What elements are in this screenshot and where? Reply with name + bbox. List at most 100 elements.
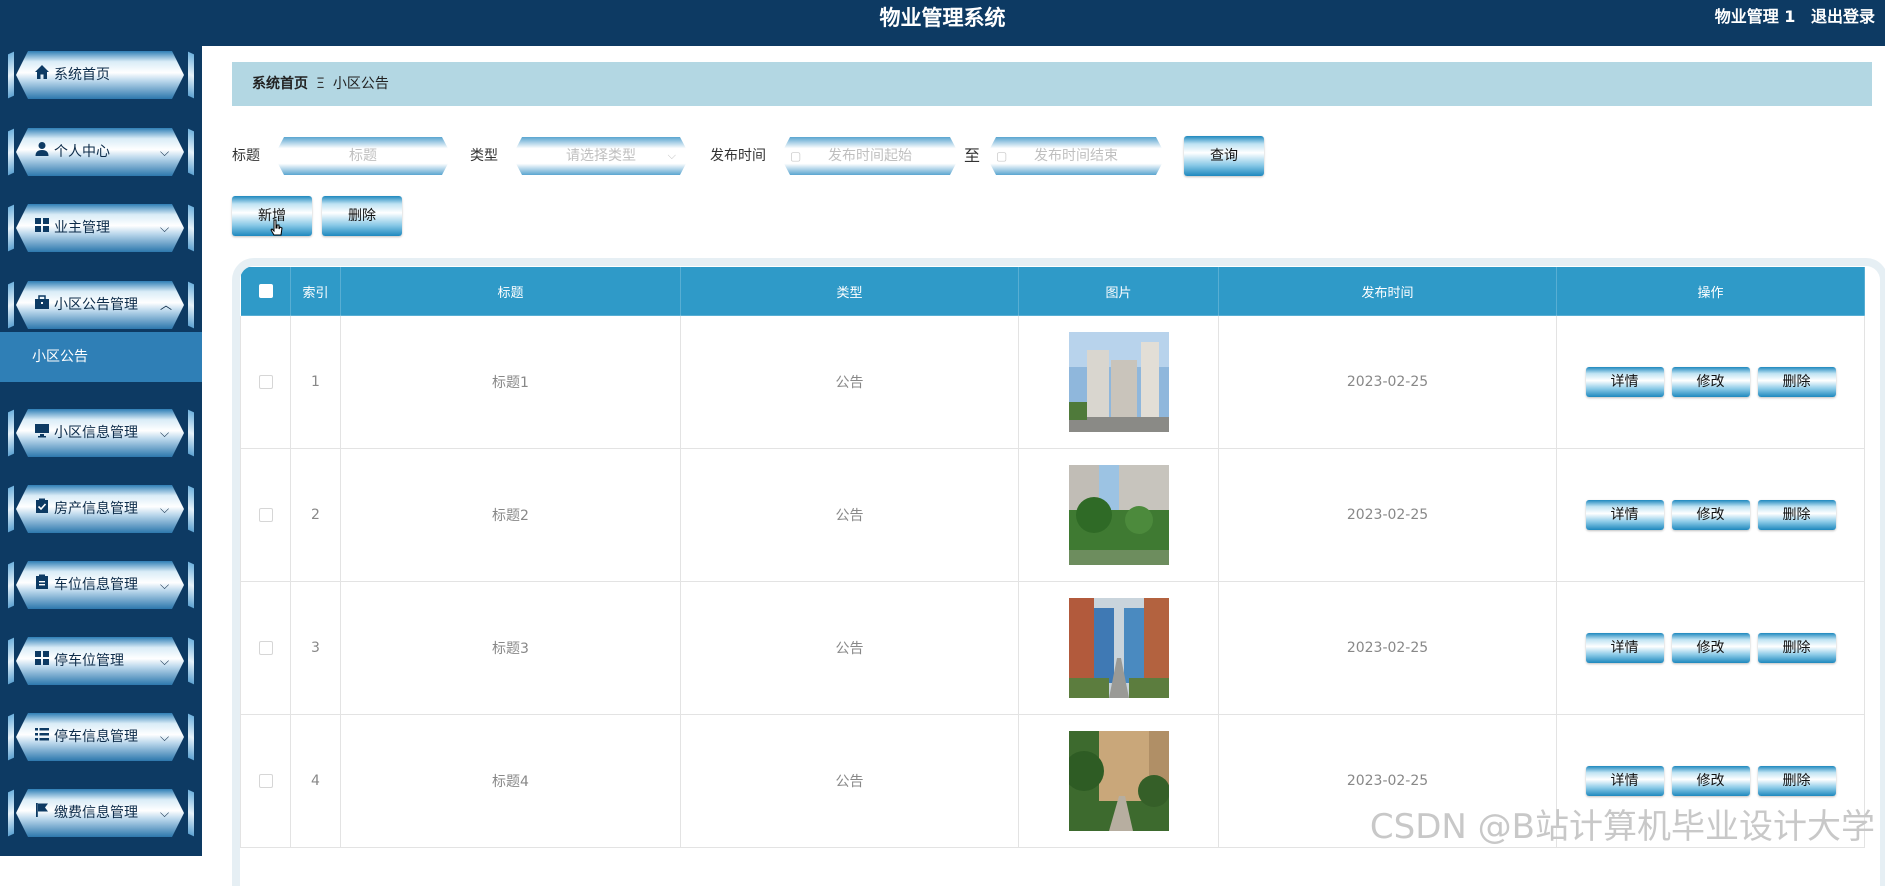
delete-button[interactable]: 删除 <box>322 196 402 236</box>
breadcrumb: 系统首页 Ξ 小区公告 <box>232 62 1872 106</box>
chevron-down-icon: ⌵ <box>667 149 676 162</box>
chevron-down-icon: ⌵ <box>160 145 170 159</box>
sidebar-item-home[interactable]: 系统首页 <box>8 47 194 103</box>
column-header: 发布时间 <box>1218 266 1557 316</box>
row-actions: 详情 修改 删除 <box>1556 315 1865 449</box>
breadcrumb-current: 小区公告 <box>332 76 389 92</box>
sidebar-item-personal-center[interactable]: 个人中心 ⌵ <box>8 124 194 180</box>
time-filter-label: 发布时间 <box>710 148 766 164</box>
logout-link[interactable]: 退出登录 <box>1811 7 1875 26</box>
mouse-cursor-icon <box>270 219 283 236</box>
submenu-item-announcement[interactable]: 小区公告 <box>0 332 202 382</box>
chevron-down-icon: ⌵ <box>160 730 170 744</box>
user-area: 物业管理 1 退出登录 <box>1715 0 1875 34</box>
detail-button[interactable]: 详情 <box>1585 367 1664 397</box>
user-icon <box>34 141 50 157</box>
sidebar-item-label: 业主管理 <box>54 220 110 236</box>
sidebar-item-label: 房产信息管理 <box>54 501 138 517</box>
watermark: CSDN @B站计算机毕业设计大学 <box>1369 807 1875 847</box>
row-index: 4 <box>290 714 341 848</box>
sidebar-item-parking-lot[interactable]: 停车位管理 ⌵ <box>8 633 194 689</box>
select-all-checkbox[interactable] <box>258 284 273 298</box>
sidebar-item-label: 车位信息管理 <box>54 577 138 593</box>
row-actions: 详情 修改 删除 <box>1556 581 1865 715</box>
detail-button[interactable]: 详情 <box>1585 500 1664 530</box>
type-select-placeholder: 请选择类型 <box>566 148 636 164</box>
row-delete-button[interactable]: 删除 <box>1757 367 1836 397</box>
edit-button[interactable]: 修改 <box>1671 633 1750 663</box>
row-checkbox[interactable] <box>258 508 273 522</box>
row-time: 2023-02-25 <box>1218 315 1557 449</box>
detail-button[interactable]: 详情 <box>1585 766 1664 796</box>
row-time: 2023-02-25 <box>1218 581 1557 715</box>
chevron-down-icon: ⌵ <box>160 426 170 440</box>
flag-icon <box>34 802 50 818</box>
edit-button[interactable]: 修改 <box>1671 500 1750 530</box>
clipboard-check-icon <box>34 498 50 514</box>
row-checkbox[interactable] <box>258 774 273 788</box>
search-form: 标题 标题 类型 请选择类型 ⌵ 发布时间 ▢ 发布时间起始 至 ▢ 发布时间结… <box>232 136 1272 176</box>
sidebar: 系统首页 个人中心 ⌵ 业主管理 ⌵ 小区公告管理 ︿ 小区公告 小区信息管理 … <box>0 0 202 856</box>
row-index: 2 <box>290 448 341 582</box>
row-checkbox[interactable] <box>258 375 273 389</box>
sidebar-item-payment-info[interactable]: 缴费信息管理 ⌵ <box>8 785 194 841</box>
thumbnail-image <box>1068 465 1169 565</box>
row-delete-button[interactable]: 删除 <box>1757 766 1836 796</box>
sidebar-item-label: 停车信息管理 <box>54 729 138 745</box>
query-button[interactable]: 查询 <box>1184 136 1264 176</box>
chevron-down-icon: ⌵ <box>160 806 170 820</box>
column-header: 操作 <box>1556 266 1865 316</box>
list-icon <box>34 726 50 742</box>
thumbnail-image <box>1068 598 1169 698</box>
row-time: 2023-02-25 <box>1218 448 1557 582</box>
chevron-down-icon: ⌵ <box>160 654 170 668</box>
current-user: 物业管理 1 <box>1714 7 1796 26</box>
calendar-icon: ▢ <box>790 149 802 163</box>
announcement-table: 索引 标题 类型 图片 发布时间 操作 1 标题1 公告 2023-02-25 … <box>240 266 1865 848</box>
detail-button[interactable]: 详情 <box>1585 633 1664 663</box>
table-row: 3 标题3 公告 2023-02-25 详情 修改 删除 <box>240 581 1865 715</box>
sidebar-item-label: 停车位管理 <box>54 653 124 669</box>
monitor-icon <box>34 422 50 438</box>
time-start-input[interactable]: ▢ 发布时间起始 <box>780 137 960 175</box>
chevron-down-icon: ⌵ <box>160 502 170 516</box>
row-delete-button[interactable]: 删除 <box>1757 500 1836 530</box>
sidebar-item-label: 个人中心 <box>54 144 110 160</box>
edit-button[interactable]: 修改 <box>1671 766 1750 796</box>
select-all-cell <box>240 266 291 316</box>
table-row: 1 标题1 公告 2023-02-25 详情 修改 删除 <box>240 315 1865 449</box>
row-type: 公告 <box>680 448 1019 582</box>
row-type: 公告 <box>680 714 1019 848</box>
breadcrumb-home[interactable]: 系统首页 <box>252 76 308 92</box>
row-delete-button[interactable]: 删除 <box>1757 633 1836 663</box>
title-filter-label: 标题 <box>232 148 260 164</box>
calendar-icon: ▢ <box>996 149 1008 163</box>
sidebar-item-announcement[interactable]: 小区公告管理 ︿ <box>8 277 194 333</box>
home-icon <box>34 64 50 80</box>
sidebar-item-property-info[interactable]: 房产信息管理 ⌵ <box>8 481 194 537</box>
briefcase-icon <box>34 294 50 310</box>
row-title: 标题2 <box>340 448 681 582</box>
row-actions: 详情 修改 删除 <box>1556 448 1865 582</box>
sidebar-item-label: 系统首页 <box>54 67 110 83</box>
table-header-row: 索引 标题 类型 图片 发布时间 操作 <box>240 266 1865 316</box>
thumbnail-image <box>1068 731 1169 831</box>
top-bar: 物业管理系统 物业管理 1 退出登录 <box>0 0 1885 46</box>
title-search-placeholder: 标题 <box>349 148 377 164</box>
sidebar-item-owner[interactable]: 业主管理 ⌵ <box>8 200 194 256</box>
sidebar-item-community-info[interactable]: 小区信息管理 ⌵ <box>8 405 194 461</box>
sidebar-item-label: 缴费信息管理 <box>54 805 138 821</box>
type-select[interactable]: 请选择类型 ⌵ <box>512 137 690 175</box>
range-separator: 至 <box>964 146 981 165</box>
time-end-input[interactable]: ▢ 发布时间结束 <box>986 137 1166 175</box>
row-title: 标题4 <box>340 714 681 848</box>
sidebar-item-parking-info[interactable]: 停车信息管理 ⌵ <box>8 709 194 765</box>
column-header: 类型 <box>680 266 1019 316</box>
edit-button[interactable]: 修改 <box>1671 367 1750 397</box>
app-title: 物业管理系统 <box>879 6 1006 30</box>
chevron-down-icon: ⌵ <box>160 221 170 235</box>
sidebar-item-parking-space-info[interactable]: 车位信息管理 ⌵ <box>8 557 194 613</box>
row-checkbox[interactable] <box>258 641 273 655</box>
title-search-input[interactable]: 标题 <box>274 137 452 175</box>
row-index: 3 <box>290 581 341 715</box>
